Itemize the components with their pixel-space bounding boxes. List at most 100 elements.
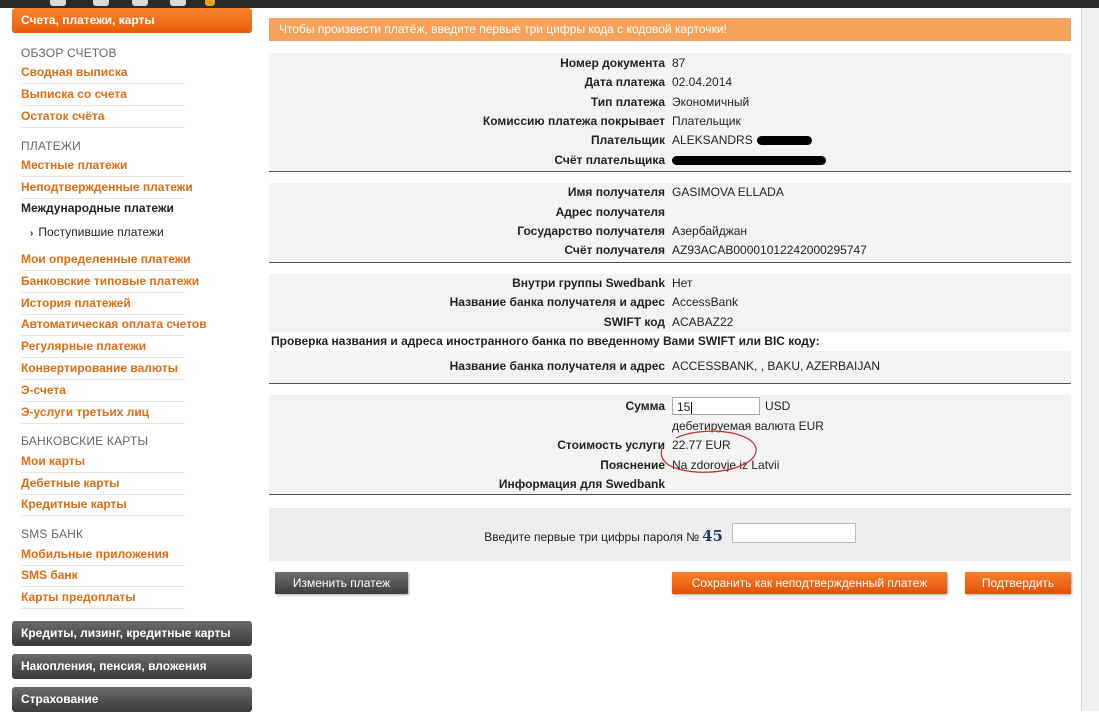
row-swift: SWIFT код ACABAZ22 [269, 313, 1071, 332]
row-doc-number: Номер документа 87 [269, 54, 1071, 73]
row-payer: Плательщик ALEKSANDRS [269, 131, 1071, 150]
sidebar-link-international[interactable]: Международные платежи [21, 199, 185, 220]
label: Информация для Swedbank [498, 477, 665, 491]
sidebar-link-debit-cards[interactable]: Дебетные карты [21, 474, 185, 495]
sidebar-header-insurance[interactable]: Страхование [12, 687, 252, 712]
label: Дата платежа [584, 75, 665, 89]
sidebar-link-mobile-apps[interactable]: Мобильные приложения [21, 545, 185, 566]
label: Внутри группы Swedbank [512, 276, 665, 290]
sidebar-sublink-incoming[interactable]: › Поступившие платежи [30, 225, 164, 239]
value: Плательщик [672, 114, 741, 128]
section-title-cards: БАНКОВСКИЕ КАРТЫ [21, 434, 149, 448]
notice-banner: Чтобы произвести платёж, введите первые … [269, 18, 1071, 41]
row-date: Дата платежа 02.04.2014 [269, 73, 1071, 92]
row-bank-name: Название банка получателя и адрес AccessB… [269, 293, 1071, 312]
sidebar-link-third-party[interactable]: Э-услуги третьих лиц [21, 403, 185, 424]
label: Сумма [625, 399, 665, 413]
value [672, 151, 826, 170]
section-title-accounts: ОБЗОР СЧЕТОВ [21, 46, 117, 60]
sidebar-link-unconfirmed[interactable]: Неподтвержденные платежи [21, 178, 193, 199]
label: Название банка получателя и адрес [449, 359, 665, 373]
section-title-payments: ПЛАТЕЖИ [21, 139, 82, 153]
toolbar-icon [205, 0, 215, 6]
row-recipient-account: Счёт получателя AZ93ACAB00001012242000295… [269, 241, 1071, 260]
label: Государство получателя [517, 224, 665, 238]
amount-input[interactable]: 15 [672, 397, 760, 415]
sidebar-link-regular[interactable]: Регулярные платежи [21, 337, 185, 358]
toolbar-icon [132, 0, 148, 6]
value: Азербайджан [672, 224, 748, 238]
amount-value: 15 [677, 400, 691, 414]
chevron-right-icon: › [30, 228, 34, 239]
row-recipient-name: Имя получателя GASIMOVA ELLADA [269, 183, 1071, 202]
toolbar-icon [170, 0, 186, 6]
password-block: Введите первые три цифры пароля № 45 [269, 508, 1071, 561]
browser-top-strip [0, 0, 1099, 8]
toolbar-icon [93, 0, 109, 6]
sidebar-link-my-cards[interactable]: Мои карты [21, 452, 185, 473]
row-bank-check: Проверка названия и адреса иностранного … [269, 332, 1071, 351]
currency: USD [765, 399, 791, 413]
section-title-sms: SMS БАНК [21, 527, 84, 541]
label: SWIFT код [603, 315, 665, 329]
sidebar-link-fx[interactable]: Конвертирование валюты [21, 359, 185, 380]
text-cursor [691, 401, 693, 414]
label: Адрес получателя [555, 205, 665, 219]
sidebar-header-savings[interactable]: Накопления, пенсия, вложения [12, 654, 252, 679]
sidebar-link-balance[interactable]: Остаток счёта [21, 107, 185, 128]
sidebar-header-credits[interactable]: Кредиты, лизинг, кредитные карты [12, 621, 252, 646]
row-commission: Комиссию платежа покрывает Плательщик [269, 112, 1071, 131]
redacted-mark [756, 136, 812, 146]
bank-check-text: Проверка названия и адреса иностранного … [271, 334, 820, 348]
confirm-button[interactable]: Подтвердить [965, 572, 1071, 594]
save-unconfirmed-button[interactable]: Сохранить как неподтвержденный платеж [672, 572, 947, 594]
value: 87 [672, 56, 686, 70]
sidebar-link-e-invoices[interactable]: Э-счета [21, 381, 185, 402]
handdrawn-annotation [660, 430, 757, 473]
label: Тип платежа [590, 95, 665, 109]
label: Плательщик [591, 133, 665, 147]
value: AZ93ACAB00001012242000295747 [672, 243, 867, 257]
redacted-mark [672, 156, 826, 166]
page-margin [1082, 8, 1099, 711]
label: Комиссию платежа покрывает [482, 114, 665, 128]
value: ACABAZ22 [672, 315, 734, 329]
label: Имя получателя [567, 185, 665, 199]
sidebar-link-prepaid[interactable]: Карты предоплаты [21, 588, 185, 609]
label: Счёт получателя [564, 243, 665, 257]
label: Номер документа [560, 56, 665, 70]
value: Нет [672, 276, 693, 290]
password-label: Введите первые три цифры пароля № [484, 530, 700, 544]
sidebar-header-accounts[interactable]: Счета, платежи, карты [12, 8, 252, 33]
row-within-group: Внутри группы Swedbank Нет [269, 274, 1071, 293]
payer-name: ALEKSANDRS [672, 133, 753, 147]
value: ALEKSANDRS [672, 131, 812, 150]
row-recipient-country: Государство получателя Азербайджан [269, 222, 1071, 241]
sidebar-link-local-payments[interactable]: Местные платежи [21, 156, 185, 177]
value: 02.04.2014 [672, 75, 733, 89]
sidebar-link-statement[interactable]: Выписка со счета [21, 85, 185, 106]
toolbar-icon [50, 0, 66, 6]
sidebar-link-summary[interactable]: Сводная выписка [21, 63, 185, 84]
edit-payment-button[interactable]: Изменить платеж [275, 572, 408, 594]
value: ACCESSBANK, , BAKU, AZERBAIJAN [672, 359, 881, 373]
label: Счёт плательщика [554, 153, 665, 167]
value: GASIMOVA ELLADA [672, 185, 784, 199]
row-payer-account: Счёт плательщика [269, 151, 1071, 170]
sidebar: Счета, платежи, карты ОБЗОР СЧЕТОВ Сводн… [0, 8, 262, 712]
row-type: Тип платежа Экономичный [269, 93, 1071, 112]
sidebar-link-sms-bank[interactable]: SMS банк [21, 566, 185, 587]
label: Стоимость услуги [557, 438, 665, 452]
sidebar-link-autopay[interactable]: Автоматическая оплата счетов [21, 315, 207, 336]
sidebar-link-history[interactable]: История платежей [21, 294, 185, 315]
label: Название банка получателя и адрес [449, 295, 665, 309]
active-item-arrow [0, 202, 8, 218]
sidebar-link-bank-templates[interactable]: Банковские типовые платежи [21, 272, 199, 293]
password-input[interactable] [732, 523, 856, 543]
sidebar-link-my-payments[interactable]: Мои определенные платежи [21, 250, 191, 271]
row-sum: Сумма USD [269, 397, 1071, 416]
value: Экономичный [672, 95, 750, 109]
sidebar-link-credit-cards[interactable]: Кредитные карты [21, 495, 185, 516]
sidebar-sublink-label: Поступившие платежи [38, 225, 164, 239]
value: AccessBank [672, 295, 739, 309]
